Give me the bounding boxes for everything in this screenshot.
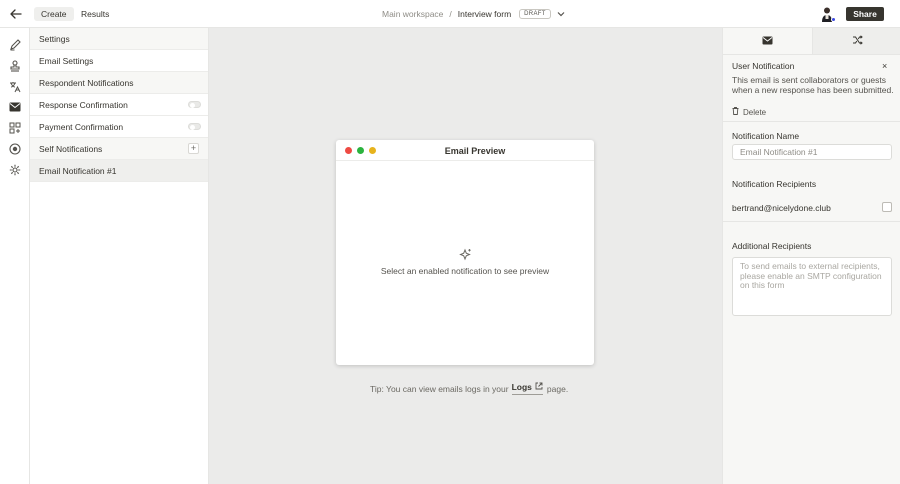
back-arrow-icon[interactable] [8,6,24,22]
tip-text: Tip: You can view emails logs in your [370,383,509,394]
divider [723,221,900,222]
email-settings-item[interactable]: Email Settings [30,50,208,72]
section-label: Respondent Notifications [39,77,134,88]
breadcrumb: Main workspace / Interview form DRAFT [382,8,565,20]
sparkle-icon [458,248,472,262]
empty-preview-message: Select an enabled notification to see pr… [380,266,550,276]
email-preview-window: Email Preview Select an enabled notifica… [336,140,594,365]
notification-name-input[interactable]: Email Notification #1 [732,144,892,160]
settings-icon[interactable] [8,163,22,177]
tab-results[interactable]: Results [74,7,116,21]
top-bar: Create Results Main workspace / Intervie… [0,0,900,28]
trash-icon [732,107,739,117]
notification-description: This email is sent collaborators or gues… [732,75,894,95]
notification-name-label: Notification Name [732,131,800,141]
window-title: Email Preview [444,146,506,156]
notification-recipients-label: Notification Recipients [732,179,817,189]
email-notification-item[interactable]: Email Notification #1 [30,160,208,182]
mail-icon[interactable] [8,100,22,114]
share-button[interactable]: Share [846,7,884,21]
section-label: Self Notifications [39,143,103,154]
section-label: Settings [39,33,70,44]
breadcrumb-separator: / [449,9,452,19]
payment-confirmation-toggle[interactable] [188,123,201,130]
mail-icon [762,36,773,47]
add-notification-button[interactable]: + [188,143,199,154]
delete-label: Delete [743,107,767,117]
chevron-down-icon[interactable] [557,9,565,19]
logs-link[interactable]: Logs [511,382,543,395]
tab-email[interactable] [723,28,812,55]
tip-after-text: page. [546,383,569,394]
external-link-icon [535,382,543,392]
item-label: Payment Confirmation [39,121,124,132]
logs-tip: Tip: You can view emails logs in your Lo… [370,382,568,395]
close-icon[interactable]: × [882,61,887,71]
recipient-checkbox[interactable] [882,202,892,212]
notification-settings-panel: Settings Email Settings Respondent Notif… [30,28,209,484]
translate-icon[interactable] [8,80,22,94]
status-badge: DRAFT [519,9,551,19]
tab-create[interactable]: Create [34,7,74,21]
response-confirmation-toggle[interactable] [188,101,201,108]
response-confirmation-item[interactable]: Response Confirmation [30,94,208,116]
delete-button[interactable]: Delete [732,107,766,117]
pencil-icon[interactable] [8,38,22,52]
preview-canvas: Email Preview Select an enabled notifica… [209,28,722,484]
tab-logic[interactable] [812,28,900,55]
additional-recipients-label: Additional Recipients [732,241,812,251]
stamp-icon[interactable] [8,59,22,73]
panel-title: User Notification [732,61,795,71]
presence-dot [831,17,836,22]
divider [723,121,900,122]
section-header-settings: Settings [30,28,208,50]
item-label: Response Confirmation [39,99,128,110]
logs-link-label: Logs [511,382,532,392]
breadcrumb-form-name[interactable]: Interview form [458,9,511,19]
integrations-icon[interactable] [8,121,22,135]
payment-confirmation-item[interactable]: Payment Confirmation [30,116,208,138]
item-label: Email Settings [39,55,94,66]
globe-icon[interactable] [8,142,22,156]
left-icon-rail [0,28,30,484]
notification-detail-panel: User Notification × This email is sent c… [722,28,900,484]
shuffle-icon [852,35,863,47]
additional-recipients-textarea[interactable]: To send emails to external recipients, p… [732,257,892,316]
breadcrumb-workspace[interactable]: Main workspace [382,9,443,19]
recipient-email: bertrand@nicelydone.club [732,203,831,213]
section-header-respondent: Respondent Notifications [30,72,208,94]
item-label: Email Notification #1 [39,165,117,176]
section-header-self: Self Notifications + [30,138,208,160]
window-titlebar: Email Preview [336,140,594,161]
